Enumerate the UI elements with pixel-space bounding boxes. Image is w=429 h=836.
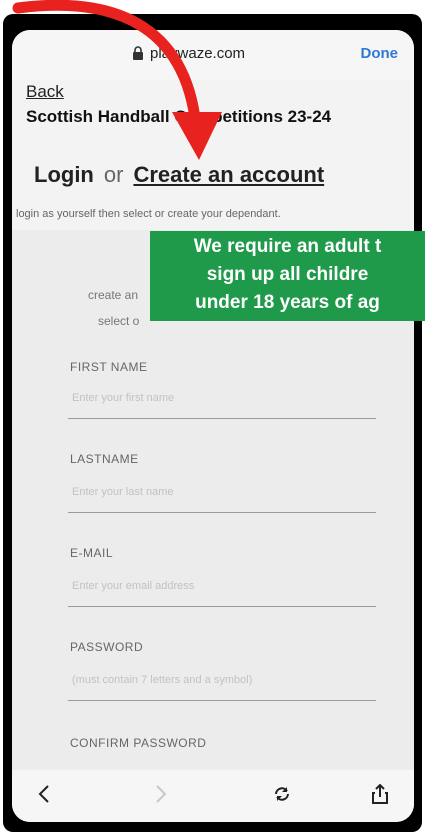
red-arrow-annotation	[12, 0, 222, 160]
